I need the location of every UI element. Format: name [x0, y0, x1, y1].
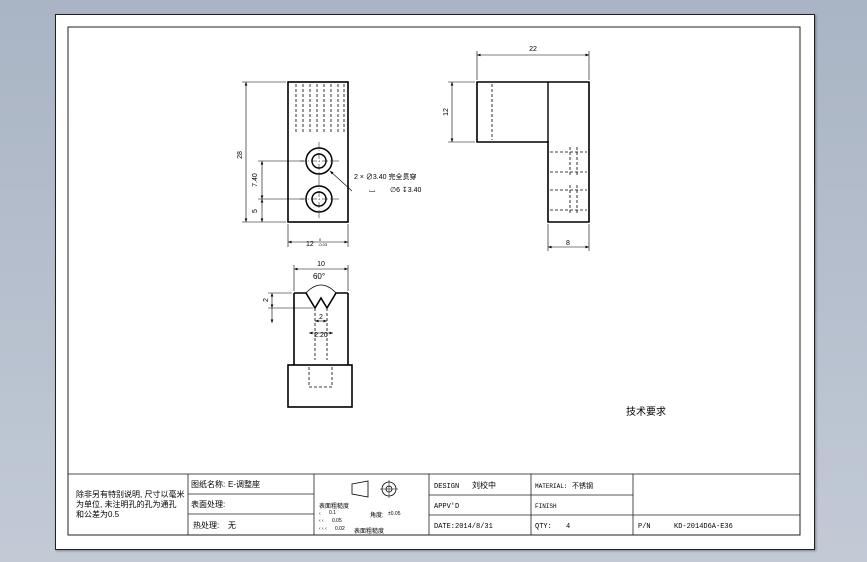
dim-side-width: 22 — [529, 46, 537, 53]
material-value: 不锈钢 — [572, 481, 593, 490]
dim-groove-top-width: 2.20 — [314, 332, 328, 339]
inner-frame — [67, 26, 801, 536]
surface-label: 表面处理: — [191, 499, 225, 509]
bottom-roughness-label: 表面粗糙度 — [354, 527, 384, 535]
dim-groove-angle: 60° — [313, 272, 325, 281]
heat-label: 热处理: — [193, 520, 219, 530]
side-dimensions — [448, 51, 590, 251]
dim-hole-bottom: 5 — [252, 209, 259, 213]
drawing-name-value: E-调整座 — [228, 479, 260, 489]
dim-hole-spacing: 7.40 — [252, 173, 259, 187]
flatness-value: ±0.05 — [388, 511, 401, 517]
dim-side-height: 12 — [443, 108, 450, 116]
flatness-label: 角度: — [370, 511, 384, 519]
date-value: 2014/8/31 — [455, 523, 493, 531]
dim-front-height: 28 — [237, 151, 244, 159]
qty-label: QTY: — [535, 523, 552, 531]
date-label: DATE: — [434, 523, 455, 531]
design-value: 刘校中 — [472, 480, 496, 490]
roughness-value-2: 0.05 — [332, 518, 342, 524]
roughness-prefix-2: ‹ ‹ — [319, 518, 324, 524]
material-label: MATERIAL: — [535, 483, 567, 490]
hole-note-symbol: ⌴ — [369, 185, 375, 194]
roughness-value-1: 0.1 — [329, 510, 336, 516]
dim-groove-bottom: 2 — [319, 314, 323, 321]
projection-symbol — [351, 480, 398, 498]
hole-note-line2: ∅6 ↧3.40 — [390, 186, 422, 194]
appvd-label: APPV'D — [434, 503, 459, 511]
note-line-2: 为单位, 未注明孔的孔为通孔 — [76, 499, 176, 509]
side-view — [476, 81, 590, 223]
front-view — [287, 81, 349, 223]
roughness-label: 表面粗糙度 — [319, 502, 349, 510]
dim-side-bottom-width: 8 — [566, 240, 570, 247]
heat-value: 无 — [228, 521, 236, 530]
drawing-name-label: 图纸名称: — [191, 479, 225, 489]
design-label: DESIGN — [434, 483, 459, 491]
pn-value: KD-2014D6A-E36 — [674, 523, 733, 531]
pn-label: P/N — [638, 523, 651, 531]
note-line-3: 和公差为0.5 — [76, 509, 120, 519]
roughness-prefix-1: ‹ — [319, 511, 321, 517]
hole-note-line1: 2 × ∅3.40 完全贯穿 — [354, 172, 416, 181]
dim-front-width-tol-lower: -0.03 — [318, 242, 328, 247]
dim-groove-depth: 2 — [263, 298, 270, 302]
roughness-prefix-3: ‹ ‹ ‹ — [319, 526, 327, 532]
bottom-dimensions — [268, 265, 349, 335]
tech-requirements: 技术要求 — [626, 405, 666, 418]
drawing-sheet: 28 7.40 5 12 0 -0.03 2 × ∅3.40 完全贯穿 ⌴ ∅6… — [55, 14, 815, 550]
note-line-1: 除非另有特别说明, 尺寸以毫米 — [76, 489, 184, 499]
bottom-view — [287, 284, 353, 408]
qty-value: 4 — [566, 523, 570, 531]
dim-bottom-width: 10 — [317, 261, 325, 268]
roughness-value-3: 0.02 — [335, 526, 345, 532]
finish-label: FINISH — [535, 503, 557, 510]
technical-drawing: 28 7.40 5 12 0 -0.03 2 × ∅3.40 完全贯穿 ⌴ ∅6… — [67, 26, 801, 536]
dim-front-width: 12 — [306, 241, 314, 248]
